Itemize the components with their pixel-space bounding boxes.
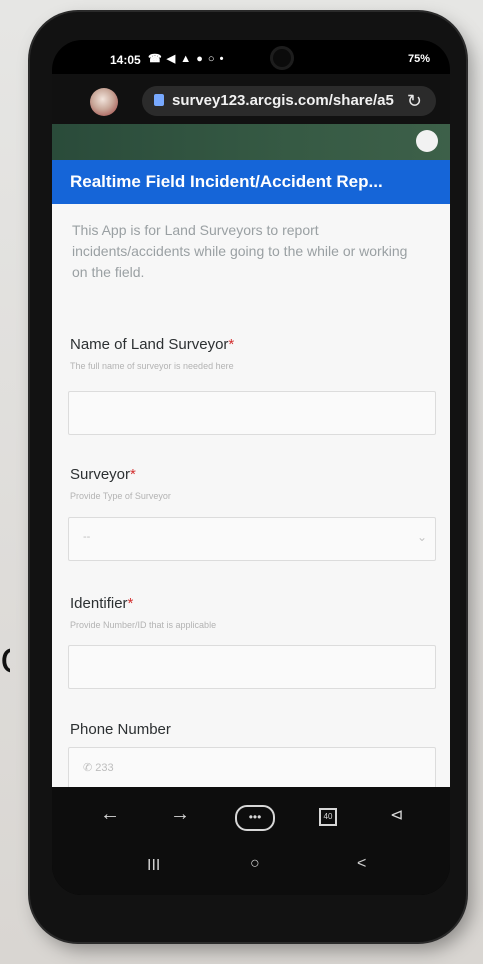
profile-avatar[interactable] bbox=[90, 88, 118, 116]
question-label-identifier: Identifier* bbox=[70, 595, 133, 612]
notification-icons: ☎ ◀ ▲ ● ○ • bbox=[148, 53, 225, 65]
web-page: Realtime Field Incident/Accident Rep... … bbox=[52, 124, 450, 787]
form-description: This App is for Land Surveyors to report… bbox=[72, 222, 408, 280]
stray-glyph: d bbox=[0, 615, 10, 700]
reload-icon[interactable]: ↻ bbox=[407, 86, 422, 116]
label-text: Name of Land Surveyor bbox=[70, 336, 229, 353]
question-label-surveyor: Surveyor* bbox=[70, 466, 136, 483]
home-button[interactable]: ○ bbox=[250, 855, 260, 873]
chevron-down-icon: ⌄ bbox=[416, 530, 427, 544]
share-icon[interactable]: ⊲ bbox=[390, 805, 403, 825]
input-value: 233 bbox=[95, 762, 114, 774]
identifier-input[interactable] bbox=[68, 645, 436, 689]
lock-icon bbox=[154, 94, 164, 106]
surveyor-type-select[interactable]: -- ⌄ bbox=[68, 517, 436, 561]
form-banner-image bbox=[52, 124, 450, 160]
select-value: -- bbox=[83, 531, 91, 543]
back-arrow-icon[interactable]: ← bbox=[100, 803, 120, 826]
label-text: Identifier bbox=[70, 595, 128, 612]
phone-screen: 14:05 ☎ ◀ ▲ ● ○ • 75% survey123.arcgis.c… bbox=[52, 40, 450, 895]
label-text: Surveyor bbox=[70, 466, 131, 483]
required-asterisk: * bbox=[127, 595, 134, 612]
browser-address-bar: survey123.arcgis.com/share/a5 ↻ bbox=[52, 74, 450, 124]
survey-form: This App is for Land Surveyors to report… bbox=[52, 204, 450, 787]
system-back-button[interactable]: < bbox=[357, 855, 366, 873]
status-bar: 14:05 ☎ ◀ ▲ ● ○ • 75% bbox=[52, 40, 450, 74]
question-label-surveyor-name: Name of Land Surveyor* bbox=[70, 336, 234, 353]
question-label-phone: Phone Number bbox=[70, 721, 171, 738]
url-field[interactable]: survey123.arcgis.com/share/a5 ↻ bbox=[142, 86, 436, 116]
browser-navigation-bar: ← → ••• 40 ⊲ III ○ < bbox=[52, 787, 450, 895]
battery-percentage: 75% bbox=[407, 53, 430, 65]
recents-button[interactable]: III bbox=[147, 857, 160, 875]
surveyor-name-input[interactable] bbox=[68, 391, 436, 435]
required-asterisk: * bbox=[228, 336, 235, 353]
question-hint-surveyor: Provide Type of Surveyor bbox=[70, 491, 171, 501]
phone-icon-prefix: ✆ 233 bbox=[83, 762, 114, 774]
url-text: survey123.arcgis.com/share/a5 bbox=[172, 92, 394, 109]
question-hint-surveyor-name: The full name of surveyor is needed here bbox=[70, 361, 234, 371]
form-header: Realtime Field Incident/Accident Rep... bbox=[52, 160, 450, 204]
question-hint-identifier: Provide Number/ID that is applicable bbox=[70, 620, 217, 630]
forward-arrow-icon[interactable]: → bbox=[170, 803, 190, 826]
status-time: 14:05 bbox=[110, 53, 141, 67]
phone-number-input[interactable]: ✆ 233 bbox=[68, 747, 436, 787]
label-text: Phone Number bbox=[70, 721, 171, 738]
tabs-icon[interactable]: 40 bbox=[319, 808, 337, 826]
required-asterisk: * bbox=[130, 466, 136, 483]
form-title: Realtime Field Incident/Accident Rep... bbox=[70, 172, 383, 191]
status-dot bbox=[416, 130, 438, 152]
front-camera bbox=[270, 46, 294, 70]
menu-button[interactable]: ••• bbox=[235, 805, 275, 831]
